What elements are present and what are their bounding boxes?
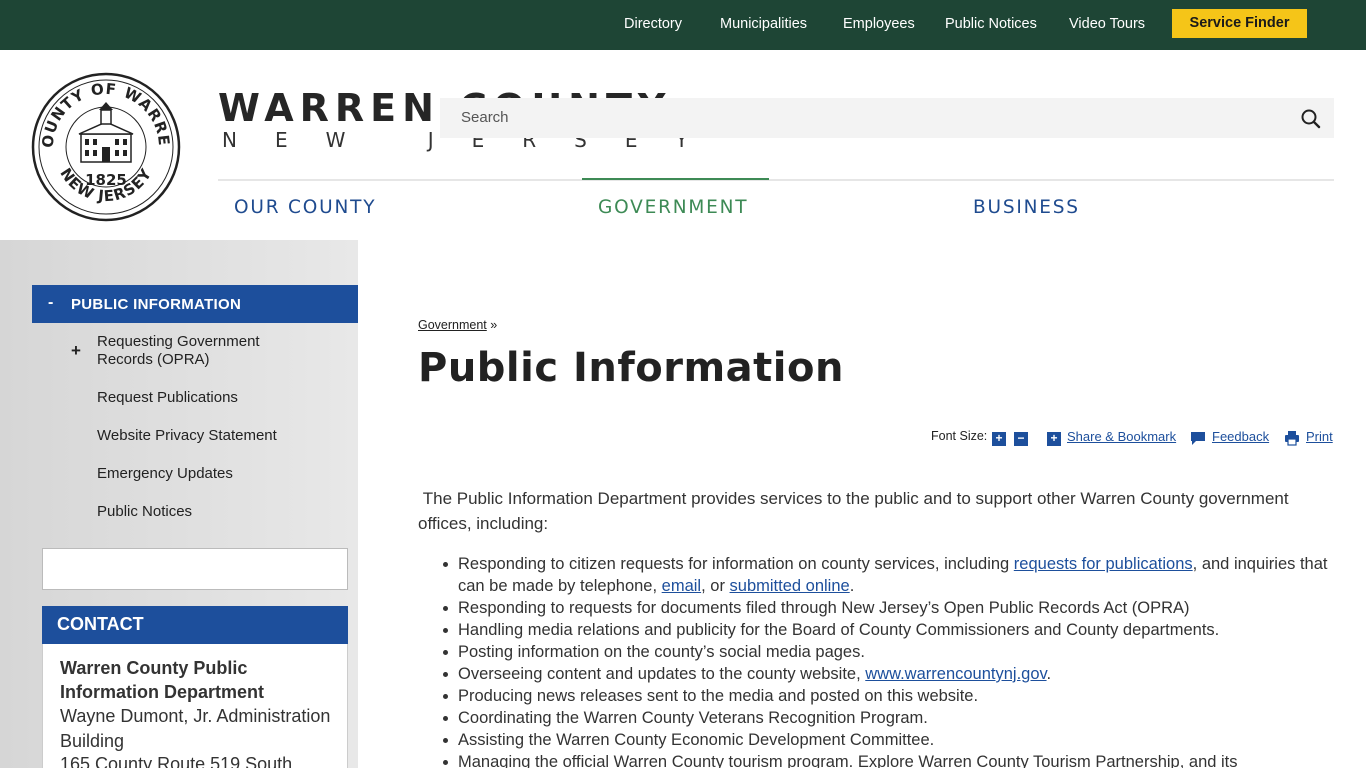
contact-card: Warren County Public Information Departm… [42,644,348,768]
topnav-public-notices[interactable]: Public Notices [945,16,1037,32]
share-bookmark-link[interactable]: Share & Bookmark [1067,429,1176,444]
intro-paragraph: The Public Information Department provid… [418,489,1289,533]
breadcrumb-separator: » [490,318,498,332]
list-item: Overseeing content and updates to the co… [443,663,1338,685]
main-nav-business[interactable]: BUSINESS [973,197,1080,218]
service-finder-button[interactable]: Service Finder [1172,9,1307,38]
requests-for-publications-link[interactable]: requests for publications [1014,555,1193,573]
contact-heading: CONTACT [42,606,348,644]
main-nav-active-indicator [582,178,769,180]
list-item: Handling media relations and publicity f… [443,619,1338,641]
list-item: Responding to requests for documents fil… [443,597,1338,619]
search-bar[interactable]: Search [440,98,1334,138]
search-input[interactable]: Search [461,109,509,126]
share-icon[interactable]: + [1047,432,1061,446]
services-list: Responding to citizen requests for infor… [443,553,1338,768]
sidebar-item-public-information[interactable]: - PUBLIC INFORMATION [32,285,358,323]
contact-address: 165 County Route 519 South [60,754,293,768]
sidebar-item-privacy-statement[interactable]: Website Privacy Statement [97,427,277,445]
svg-text:1825: 1825 [85,171,127,189]
topnav-video-tours[interactable]: Video Tours [1069,16,1145,32]
email-link[interactable]: email [662,577,701,595]
feedback-icon[interactable] [1190,430,1206,446]
sidebar-item-public-notices[interactable]: Public Notices [97,503,192,521]
main-nav-government[interactable]: GOVERNMENT [598,197,748,218]
main-nav-divider [218,179,1334,181]
list-item: Assisting the Warren County Economic Dev… [443,729,1338,751]
contact-name: Warren County Public Information Departm… [60,658,265,702]
county-seal-logo[interactable]: COUNTY OF WARREN NEW JERSEY 1825 [31,72,181,222]
font-decrease-button[interactable]: − [1014,432,1028,446]
submitted-online-link[interactable]: submitted online [730,577,850,595]
main-nav-our-county[interactable]: OUR COUNTY [234,197,376,218]
font-increase-button[interactable]: + [992,432,1006,446]
sidebar-widget-box [42,548,348,590]
feedback-link[interactable]: Feedback [1212,429,1269,444]
topnav-directory[interactable]: Directory [624,16,682,32]
print-link[interactable]: Print [1306,429,1333,444]
sidebar-item-request-publications[interactable]: Request Publications [97,389,238,407]
sidebar-item-opra[interactable]: Requesting Government Records (OPRA) [97,333,317,369]
search-icon[interactable] [1300,108,1322,130]
list-item: Posting information on the county’s soci… [443,641,1338,663]
list-item: Managing the official Warren County tour… [443,751,1338,768]
expand-icon[interactable]: + [71,341,81,361]
font-size-label: Font Size: [931,429,988,443]
breadcrumb: Government » [418,318,497,332]
breadcrumb-government-link[interactable]: Government [418,318,487,332]
page-title: Public Information [418,345,844,391]
topnav-employees[interactable]: Employees [843,16,915,32]
county-website-link[interactable]: www.warrencountynj.gov [865,665,1046,683]
list-item: Producing news releases sent to the medi… [443,685,1338,707]
contact-building: Wayne Dumont, Jr. Administration Buildin… [60,706,331,751]
sidebar-item-label: PUBLIC INFORMATION [71,296,242,313]
topnav-municipalities[interactable]: Municipalities [720,16,807,32]
print-icon[interactable] [1284,430,1300,446]
utility-bar: Directory Municipalities Employees Publi… [0,0,1366,50]
sidebar-item-emergency-updates[interactable]: Emergency Updates [97,465,233,483]
list-item: Responding to citizen requests for infor… [443,553,1338,597]
list-item: Coordinating the Warren County Veterans … [443,707,1338,729]
collapse-icon[interactable]: - [48,294,53,312]
